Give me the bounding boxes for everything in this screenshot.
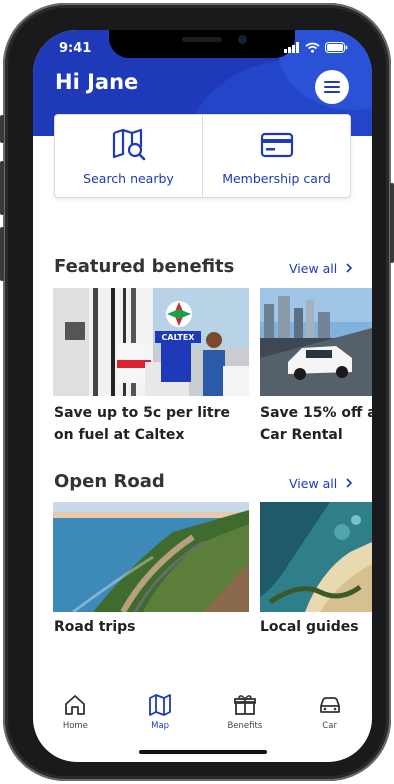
car-rental-card-image[interactable]: [260, 288, 372, 396]
search-nearby-button[interactable]: Search nearby: [55, 115, 202, 197]
app-screen: 9:41 Hi Jane Search nearby Membership ca…: [33, 30, 372, 762]
battery-icon: [325, 42, 348, 53]
car-icon: [319, 697, 340, 713]
nav-item-benefits[interactable]: Benefits: [203, 694, 288, 744]
home-icon: [65, 695, 86, 715]
wifi-icon: [305, 42, 320, 53]
featured-benefits-title: Featured benefits: [54, 256, 235, 277]
signal-icon: [284, 42, 299, 53]
caltex-sign-text: CALTEX: [162, 333, 196, 342]
chevron-right-icon: [346, 263, 353, 273]
home-indicator: [139, 750, 267, 754]
mute-switch: [0, 115, 4, 143]
card-icon: [260, 132, 293, 158]
map-icon: [149, 694, 172, 716]
chevron-right-icon: [346, 478, 353, 488]
membership-card-label: Membership card: [222, 171, 331, 186]
map-search-icon: [112, 129, 145, 161]
greeting: Hi Jane: [55, 70, 139, 94]
notch: [109, 30, 295, 58]
nav-label-map: Map: [151, 721, 170, 731]
quick-actions: Search nearby Membership card: [54, 114, 351, 198]
nav-label-home: Home: [62, 721, 88, 731]
volume-up-button: [0, 161, 4, 215]
featured-view-all-link[interactable]: View all: [289, 261, 353, 276]
status-icons: [284, 42, 348, 53]
gift-icon: [233, 695, 256, 715]
power-button: [390, 183, 394, 263]
hamburger-icon: [324, 81, 340, 93]
volume-down-button: [0, 227, 4, 281]
caltex-card-image[interactable]: CALTEX: [53, 288, 249, 396]
nav-item-home[interactable]: Home: [33, 694, 118, 744]
road-trips-card-title[interactable]: Road trips: [54, 616, 136, 638]
local-guides-card-title[interactable]: Local guides: [260, 616, 359, 638]
open-road-view-all-link[interactable]: View all: [289, 476, 353, 491]
nav-label-benefits: Benefits: [227, 721, 263, 731]
search-nearby-label: Search nearby: [83, 171, 174, 186]
menu-button[interactable]: [315, 70, 349, 104]
status-time: 9:41: [59, 41, 92, 56]
nav-item-map[interactable]: Map: [118, 694, 203, 744]
nav-item-car[interactable]: Car: [287, 694, 372, 744]
local-guides-card-image[interactable]: [260, 502, 372, 612]
bottom-nav: Home Map Benefits Car: [33, 694, 372, 744]
road-trips-card-image[interactable]: [53, 502, 249, 612]
nav-label-car: Car: [322, 721, 337, 731]
open-road-title: Open Road: [54, 471, 165, 492]
car-rental-card-title[interactable]: Save 15% off at Car Rental: [260, 402, 372, 446]
caltex-card-title[interactable]: Save up to 5c per litre on fuel at Calte…: [54, 402, 230, 446]
membership-card-button[interactable]: Membership card: [202, 115, 350, 197]
